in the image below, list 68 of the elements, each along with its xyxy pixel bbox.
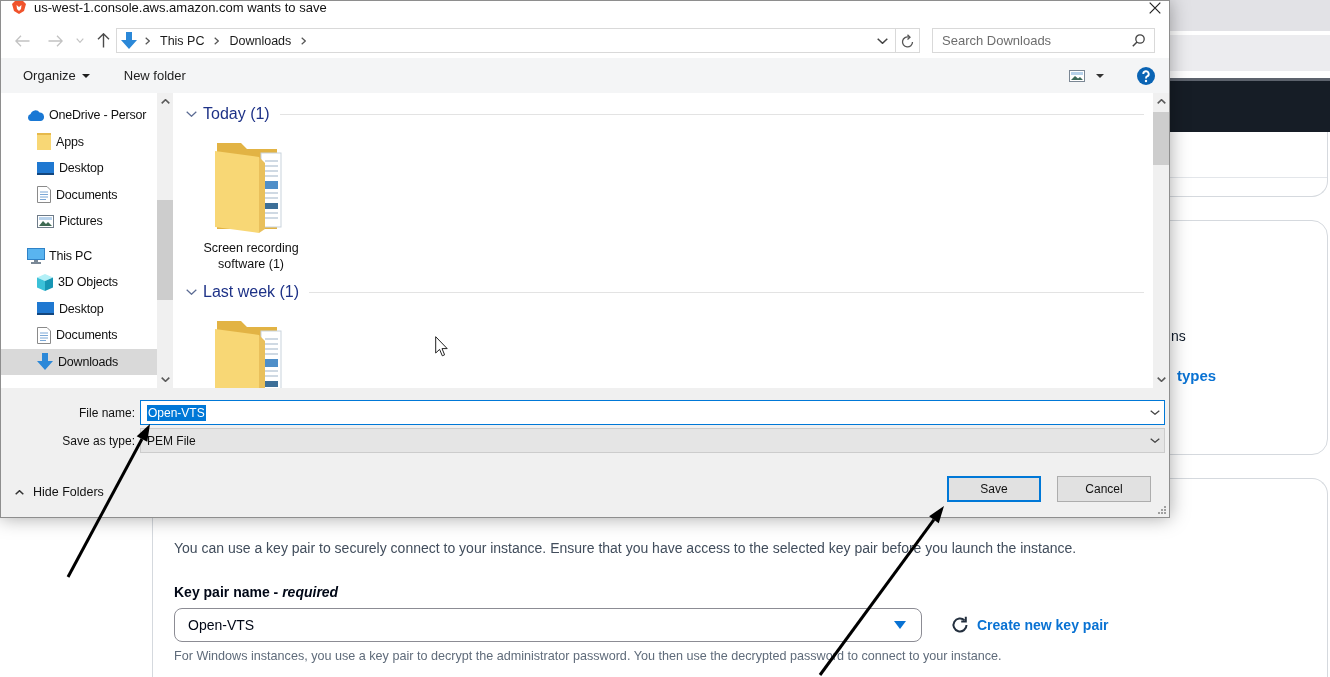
document-icon (37, 326, 51, 344)
field-label: Save as type: (61, 433, 135, 448)
file-name-field[interactable]: Open-VTS (140, 400, 1165, 425)
dialog-button[interactable]: Save (947, 476, 1041, 502)
caret-down-icon (894, 621, 906, 629)
chevron-down-icon[interactable] (877, 37, 888, 44)
computer-icon (27, 247, 45, 264)
file-type-dropdown[interactable]: PEM File (140, 428, 1165, 453)
chevron-down-icon (1150, 438, 1160, 443)
view-icon[interactable] (1069, 69, 1085, 82)
create-key-pair-link[interactable]: Create new key pair (977, 617, 1109, 633)
cloud-icon (27, 109, 45, 121)
desktop-icon (37, 161, 54, 175)
cursor-icon (435, 336, 448, 357)
resize-grip-icon[interactable] (1158, 506, 1166, 514)
key-pair-dropdown[interactable]: Open-VTS (174, 608, 922, 642)
folder-icon (37, 133, 51, 151)
chevron-up-icon (15, 489, 24, 495)
nav-item[interactable]: Documents (1, 322, 157, 349)
field-label: Key pair name - required (174, 583, 339, 602)
refresh-icon[interactable] (951, 616, 969, 634)
new-folder-button[interactable]: New folder (123, 68, 186, 83)
folder-item[interactable]: Screen recording software (1) (196, 143, 306, 272)
chevron-right-icon (145, 36, 150, 45)
group-header[interactable]: Last week (1) (186, 283, 300, 301)
close-icon[interactable] (1149, 1, 1161, 14)
group-header[interactable]: Today (1) (186, 105, 270, 123)
nav-item[interactable]: Pictures (1, 208, 157, 235)
organize-button[interactable]: Organize (23, 68, 90, 83)
field-label: File name: (77, 405, 135, 420)
nav-item[interactable]: Desktop (1, 295, 157, 322)
search-icon[interactable] (1132, 34, 1145, 47)
refresh-icon (901, 33, 914, 48)
help-icon[interactable] (1137, 66, 1155, 85)
link[interactable]: types (1177, 366, 1217, 386)
dialog-button[interactable]: Cancel (1057, 476, 1151, 502)
hide-folders-button[interactable]: Hide Folders (15, 485, 104, 499)
chevron-right-icon[interactable] (301, 36, 307, 45)
nav-item[interactable]: Desktop (1, 155, 157, 182)
nav-item[interactable]: Documents (1, 181, 157, 208)
scrollbar-thumb[interactable] (1153, 112, 1169, 165)
breadcrumb-item[interactable]: Downloads (229, 33, 292, 48)
scrollbar[interactable] (157, 93, 173, 388)
scroll-up-icon[interactable] (1156, 99, 1166, 104)
up-arrow-icon[interactable] (97, 33, 110, 48)
download-arrow-icon (37, 353, 53, 371)
search-field[interactable]: Search Downloads (932, 28, 1155, 53)
document-icon (37, 186, 51, 204)
address-bar[interactable]: This PC Downloads (116, 28, 920, 53)
nav-item[interactable]: This PC (1, 242, 157, 269)
scroll-down-icon[interactable] (1156, 377, 1166, 382)
cube-icon (37, 273, 53, 291)
nav-item[interactable]: Apps (1, 128, 157, 155)
scrollbar[interactable] (1153, 93, 1169, 388)
chevron-right-icon (214, 36, 220, 45)
chevron-down-icon[interactable] (1150, 410, 1160, 415)
scrollbar-thumb[interactable] (157, 200, 173, 300)
text-fragment: ns (1171, 327, 1186, 346)
picture-icon (37, 214, 54, 228)
nav-item[interactable]: OneDrive - Persor (1, 102, 157, 129)
desktop-icon (37, 302, 54, 316)
nav-item[interactable]: Downloads (1, 348, 157, 375)
breadcrumb-item[interactable]: This PC (160, 33, 205, 48)
download-arrow-icon (121, 32, 137, 49)
nav-item[interactable]: 3D Objects (1, 269, 157, 296)
scroll-down-icon[interactable] (160, 377, 170, 382)
scroll-up-icon[interactable] (160, 99, 170, 104)
dialog-title: us-west-1.console.aws.amazon.com wants to save (34, 1, 328, 14)
